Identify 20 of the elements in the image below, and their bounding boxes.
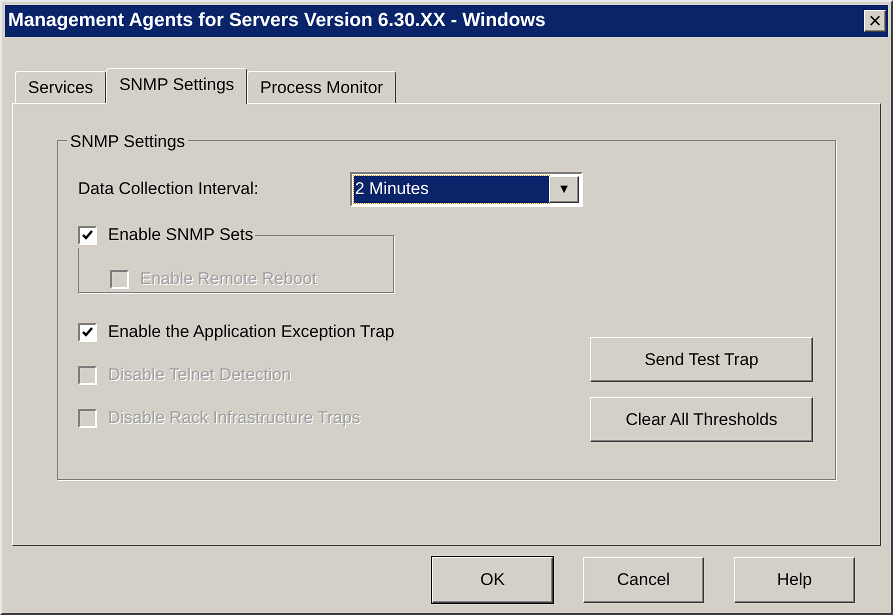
field-label: Data Collection Interval: <box>78 178 260 200</box>
dialog-button[interactable]: Help <box>734 557 855 603</box>
dialog-button[interactable]: Cancel <box>583 557 704 603</box>
checkbox[interactable] <box>78 226 97 244</box>
action-button[interactable]: Clear All Thresholds <box>590 397 813 442</box>
tab[interactable]: Services <box>15 71 106 103</box>
checkmark-icon <box>82 327 93 337</box>
tab[interactable]: SNMP Settings <box>106 68 248 104</box>
window-title: Management Agents for Servers Version 6.30.XX - Windows <box>8 8 546 33</box>
action-button[interactable]: Send Test Trap <box>590 337 813 382</box>
checkbox[interactable] <box>78 322 97 342</box>
dropdown-value: 2 Minutes <box>354 176 549 202</box>
checkmark-icon <box>82 230 93 240</box>
close-button[interactable]: × <box>864 10 886 32</box>
dialog-button[interactable]: OK <box>432 557 553 603</box>
dropdown-arrow-button[interactable]: ▼ <box>549 176 579 202</box>
interval-dropdown[interactable]: 2 Minutes ▼ <box>350 172 583 206</box>
checkbox-label: Enable the Application Exception Trap <box>108 321 394 344</box>
checkbox-label: Enable SNMP Sets <box>108 224 254 246</box>
tab[interactable]: Process Monitor <box>247 71 396 103</box>
